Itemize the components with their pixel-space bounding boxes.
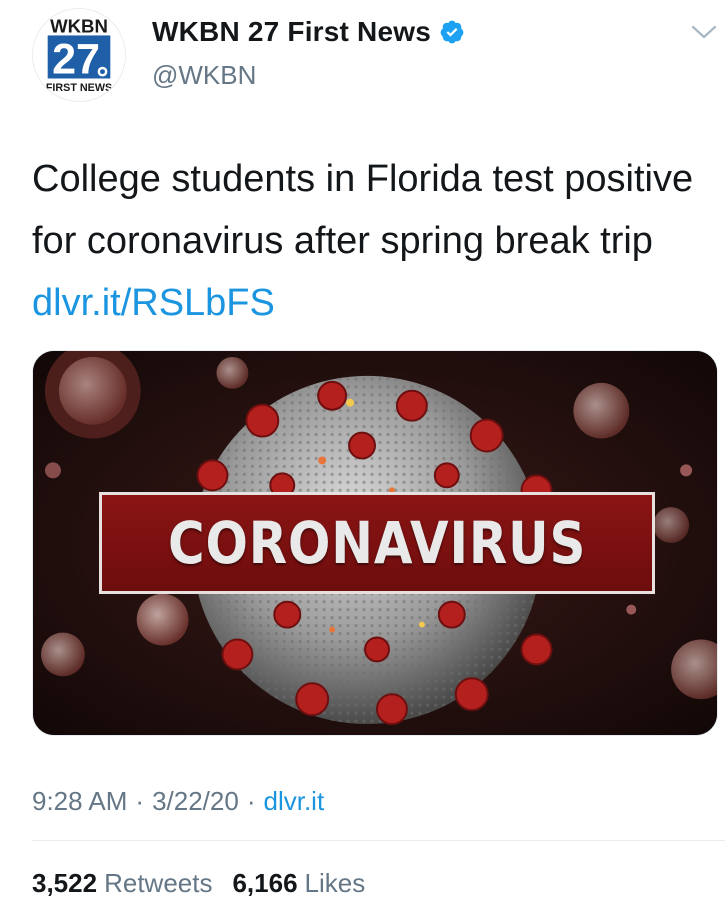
tweet-link[interactable]: dlvr.it/RSLbFS: [32, 282, 275, 324]
verified-badge-icon: [440, 20, 464, 44]
likes-count: 6,166: [232, 868, 298, 898]
tweet-date[interactable]: 3/22/20: [152, 786, 239, 817]
tweet-text: College students in Florida test positiv…: [32, 148, 702, 334]
tweet-source[interactable]: dlvr.it: [264, 786, 325, 817]
banner-text: CORONAVIRUS: [167, 509, 587, 577]
svg-text:FIRST NEWS: FIRST NEWS: [46, 82, 112, 94]
retweets-stat[interactable]: 3,522 Retweets: [32, 868, 212, 899]
media-image[interactable]: CORONAVIRUS: [32, 350, 718, 736]
svg-text:27: 27: [52, 36, 100, 84]
avatar[interactable]: WKBN 27 FIRST NEWS: [32, 8, 126, 102]
tweet-body: College students in Florida test positiv…: [32, 158, 694, 262]
likes-stat[interactable]: 6,166 Likes: [232, 868, 365, 899]
display-name[interactable]: WKBN 27 First News: [152, 16, 431, 48]
media-banner: CORONAVIRUS: [99, 492, 655, 594]
chevron-down-icon[interactable]: [690, 22, 718, 42]
meta-separator: ·: [135, 786, 145, 816]
handle[interactable]: @WKBN: [152, 60, 256, 91]
retweets-label: Retweets: [104, 868, 213, 898]
tweet-meta: 9:28 AM · 3/22/20 · dlvr.it: [32, 786, 324, 817]
likes-label: Likes: [304, 868, 366, 898]
display-name-row[interactable]: WKBN 27 First News: [152, 16, 465, 48]
meta-separator: ·: [246, 786, 256, 816]
svg-text:WKBN: WKBN: [50, 15, 108, 36]
tweet-time[interactable]: 9:28 AM: [32, 786, 127, 817]
tweet-stats: 3,522 Retweets 6,166 Likes: [32, 868, 385, 899]
divider: [32, 840, 725, 841]
tweet: WKBN 27 FIRST NEWS WKBN 27 First News @W…: [0, 0, 725, 911]
wkbn-logo: WKBN 27 FIRST NEWS: [33, 9, 125, 101]
retweets-count: 3,522: [32, 868, 98, 898]
